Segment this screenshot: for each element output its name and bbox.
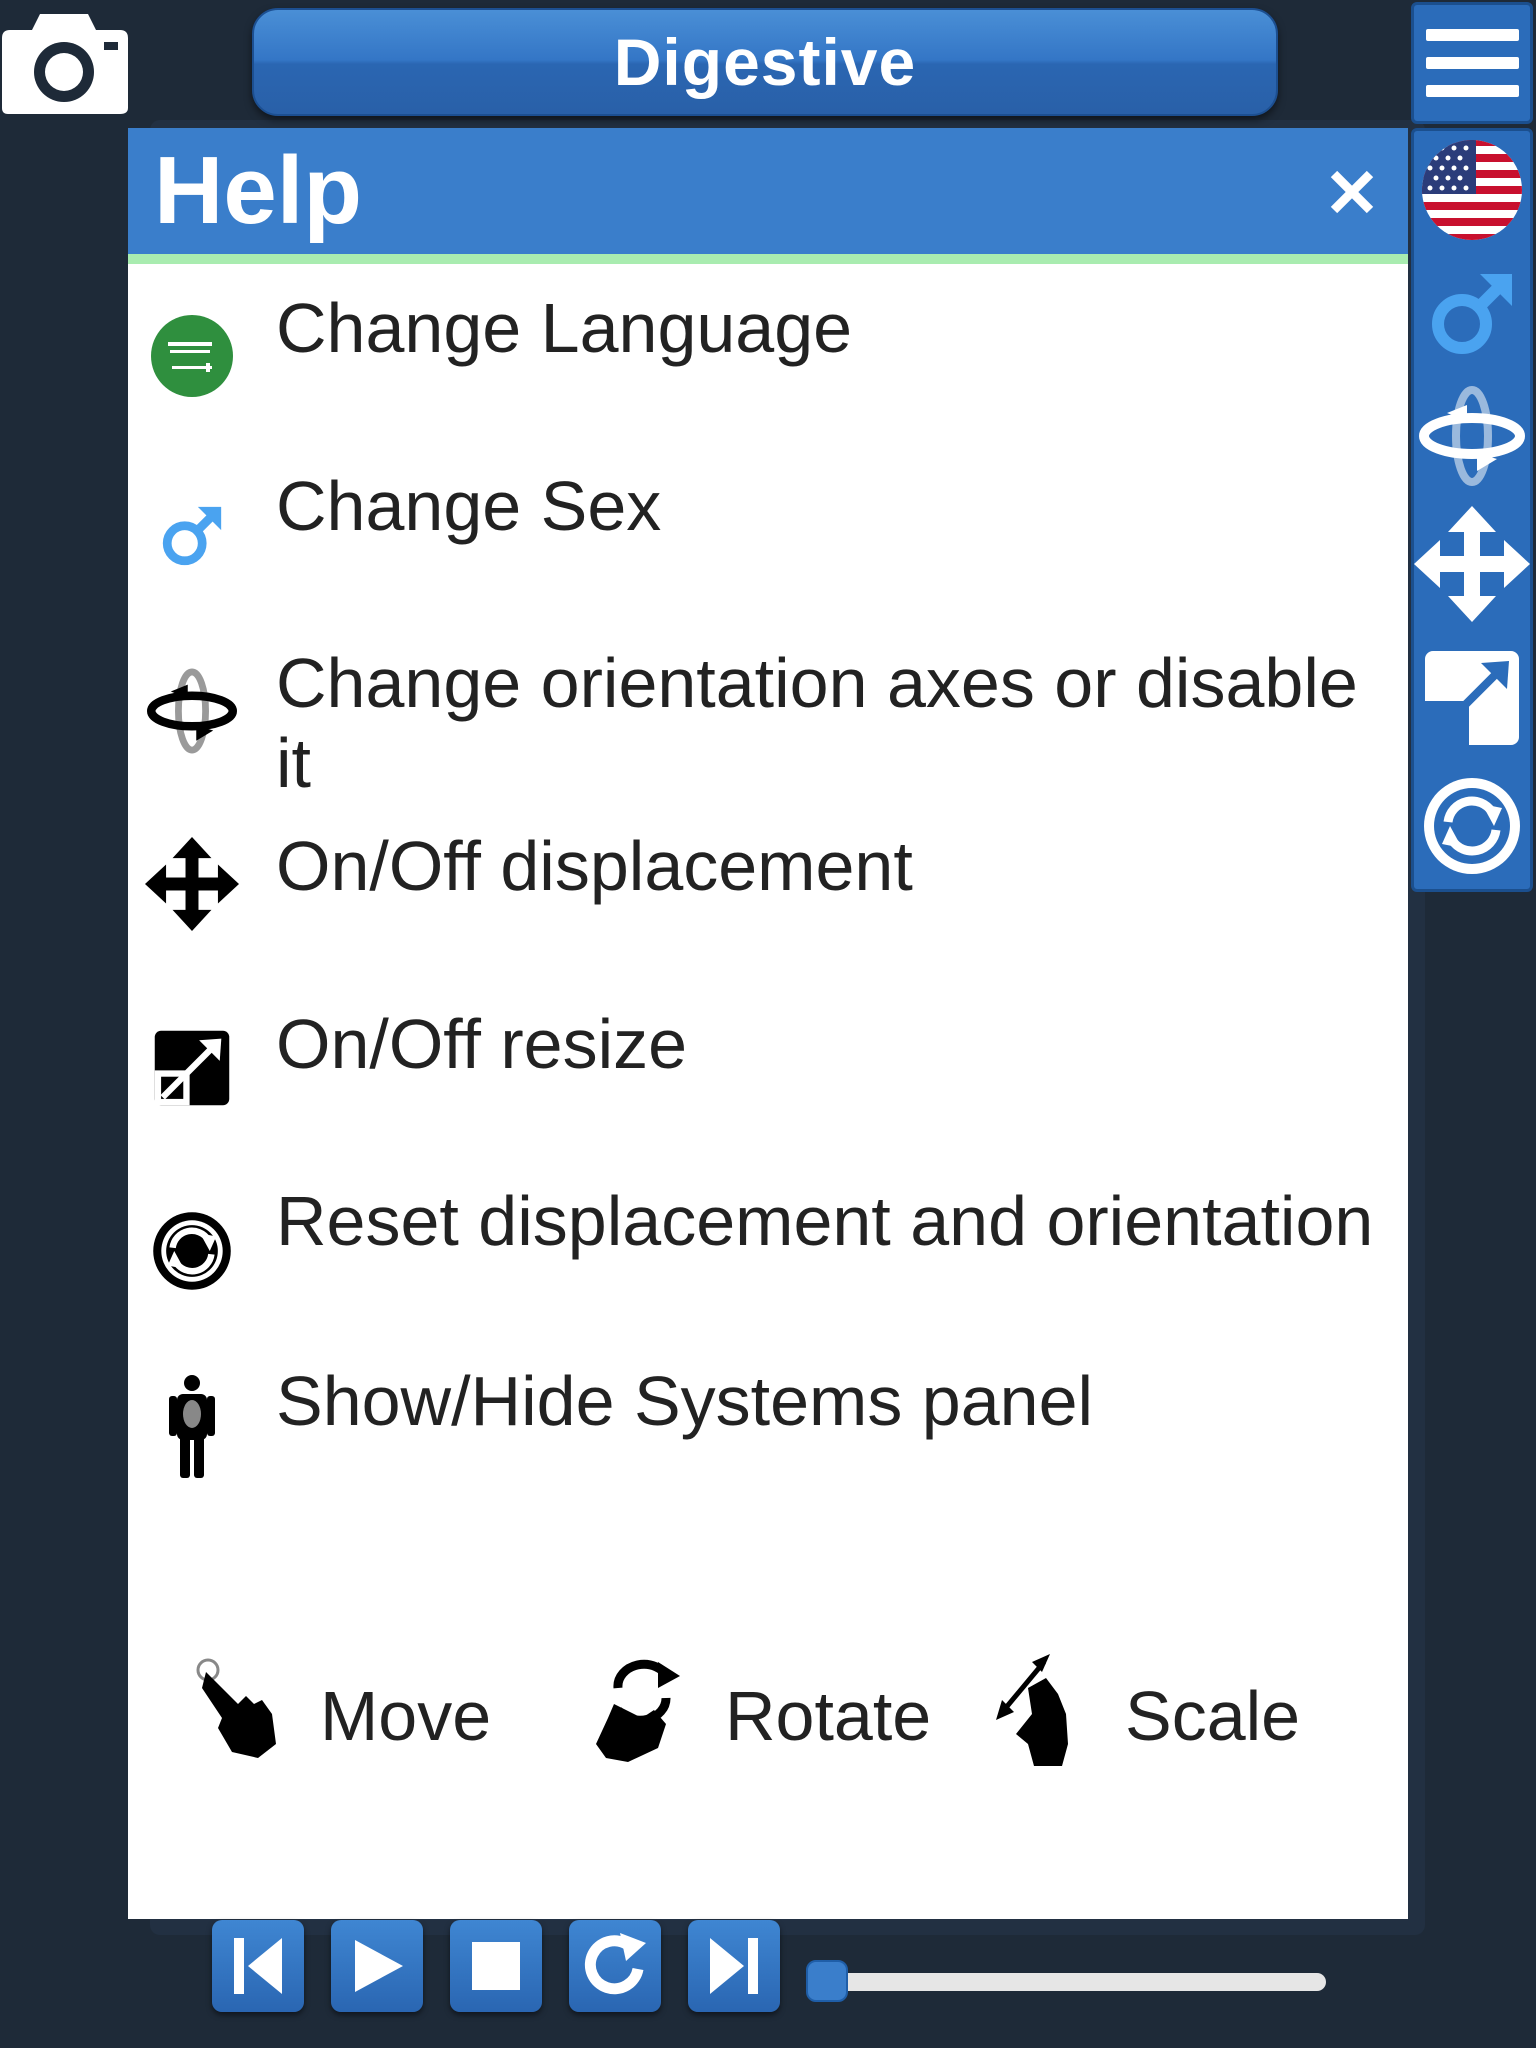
gesture-label: Move — [320, 1677, 492, 1755]
resize-icon[interactable] — [1414, 643, 1530, 753]
gesture-rotate: Rotate — [588, 1648, 948, 1788]
replay-button[interactable] — [569, 1920, 661, 2012]
rotate-hand-icon — [588, 1648, 688, 1773]
help-item-label: Change orientation axes or disable it — [276, 644, 1358, 802]
body-systems-icon — [144, 1371, 240, 1481]
rotation-axes-icon[interactable] — [1414, 381, 1530, 491]
reset-icon — [144, 1203, 240, 1299]
rotation-axes-icon — [144, 663, 240, 759]
help-item-label: On/Off displacement — [276, 827, 913, 905]
gesture-scale: Scale — [988, 1648, 1368, 1788]
skip-end-icon — [710, 1938, 758, 1994]
play-button[interactable] — [331, 1920, 423, 2012]
male-symbol-icon — [144, 488, 240, 584]
pinch-hand-icon — [988, 1648, 1088, 1773]
help-header: Help — [128, 128, 1408, 264]
help-panel: Help Change Language Change Sex Change o… — [128, 128, 1408, 1919]
skip-start-icon — [234, 1938, 282, 1994]
move-arrows-icon — [144, 836, 240, 932]
help-item-label: On/Off resize — [276, 1005, 688, 1083]
menu-button[interactable] — [1411, 2, 1533, 124]
stop-icon — [472, 1942, 520, 1990]
help-item-label: Change Sex — [276, 467, 662, 545]
system-title[interactable]: Digestive — [252, 8, 1278, 116]
skip-end-button[interactable] — [688, 1920, 780, 2012]
help-item-label: Show/Hide Systems panel — [276, 1362, 1094, 1440]
male-symbol-icon[interactable] — [1414, 259, 1530, 369]
us-flag-icon[interactable] — [1414, 135, 1530, 245]
skip-start-button[interactable] — [212, 1920, 304, 2012]
gesture-move: Move — [188, 1648, 528, 1788]
camera-icon[interactable] — [0, 10, 130, 115]
stop-button[interactable] — [450, 1920, 542, 2012]
replay-icon — [584, 1933, 646, 1995]
saudi-flag-icon — [144, 308, 240, 404]
resize-icon — [144, 1020, 240, 1116]
help-item-label: Change Language — [276, 289, 853, 367]
tap-hand-icon — [188, 1648, 288, 1773]
right-toolbar — [1411, 128, 1533, 892]
help-title: Help — [154, 137, 363, 244]
play-icon — [355, 1940, 403, 1992]
gesture-label: Scale — [1125, 1677, 1301, 1755]
reset-icon[interactable] — [1414, 771, 1530, 881]
progress-slider-thumb[interactable] — [806, 1960, 848, 2002]
help-item-label: Reset displacement and orientation — [276, 1182, 1374, 1260]
move-arrows-icon[interactable] — [1414, 506, 1530, 622]
progress-slider-track[interactable] — [810, 1973, 1326, 1991]
gesture-label: Rotate — [725, 1677, 932, 1755]
close-icon[interactable] — [1324, 164, 1380, 220]
